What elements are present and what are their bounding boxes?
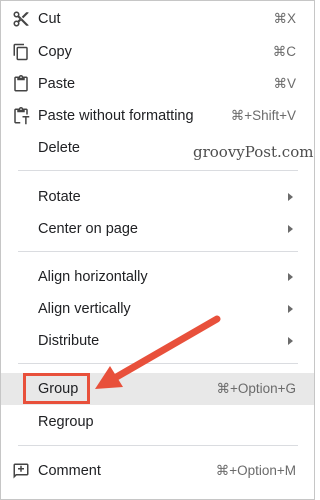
submenu-arrow-icon: [288, 273, 293, 281]
menu-item-label: Distribute: [38, 333, 100, 349]
submenu-arrow-icon: [288, 337, 293, 345]
add-comment-icon: [12, 462, 30, 480]
menu-item-paste-without-formatting[interactable]: Paste without formatting ⌘+Shift+V: [1, 100, 314, 132]
menu-item-center-on-page[interactable]: Center on page: [1, 213, 314, 245]
menu-item-label: Cut: [38, 11, 61, 27]
menu-item-label: Delete: [38, 140, 80, 156]
menu-item-align-horizontally[interactable]: Align horizontally: [1, 261, 314, 293]
shortcut-hint: ⌘X: [273, 11, 296, 26]
shortcut-hint: ⌘+Option+G: [216, 381, 296, 396]
menu-item-paste[interactable]: Paste ⌘V: [1, 68, 314, 100]
shortcut-hint: ⌘V: [273, 76, 296, 91]
submenu-arrow-icon: [288, 193, 293, 201]
submenu-arrow-icon: [288, 305, 293, 313]
menu-item-label: Center on page: [38, 221, 138, 237]
menu-divider: [18, 170, 298, 171]
menu-item-distribute[interactable]: Distribute: [1, 325, 314, 357]
menu-item-label: Paste: [38, 76, 76, 92]
shortcut-hint: ⌘+Option+M: [215, 463, 296, 478]
watermark: groovyPost.com: [193, 143, 314, 161]
menu-item-label: Copy: [38, 44, 72, 60]
clipboard-plain-icon: [12, 107, 30, 125]
menu-item-label: Paste without formatting: [38, 108, 194, 124]
menu-item-label: Align horizontally: [38, 269, 148, 285]
shortcut-hint: ⌘C: [272, 44, 296, 59]
menu-item-cut[interactable]: Cut ⌘X: [1, 3, 314, 35]
shortcut-hint: ⌘+Shift+V: [230, 108, 296, 123]
menu-item-align-vertically[interactable]: Align vertically: [1, 293, 314, 325]
submenu-arrow-icon: [288, 225, 293, 233]
annotation-highlight-box: [23, 373, 90, 404]
clipboard-icon: [12, 75, 30, 93]
menu-item-label: Regroup: [38, 414, 94, 430]
menu-divider: [18, 363, 298, 364]
menu-item-label: Comment: [38, 463, 101, 479]
menu-item-rotate[interactable]: Rotate: [1, 181, 314, 213]
menu-item-copy[interactable]: Copy ⌘C: [1, 36, 314, 68]
menu-item-label: Rotate: [38, 189, 81, 205]
menu-divider: [18, 445, 298, 446]
context-menu: Cut ⌘X Copy ⌘C Paste ⌘V Paste without fo…: [0, 0, 315, 500]
menu-item-regroup[interactable]: Regroup: [1, 406, 314, 438]
menu-divider: [18, 251, 298, 252]
menu-item-comment[interactable]: Comment ⌘+Option+M: [1, 455, 314, 487]
menu-item-label: Align vertically: [38, 301, 131, 317]
copy-icon: [12, 43, 30, 61]
scissors-icon: [12, 10, 30, 28]
